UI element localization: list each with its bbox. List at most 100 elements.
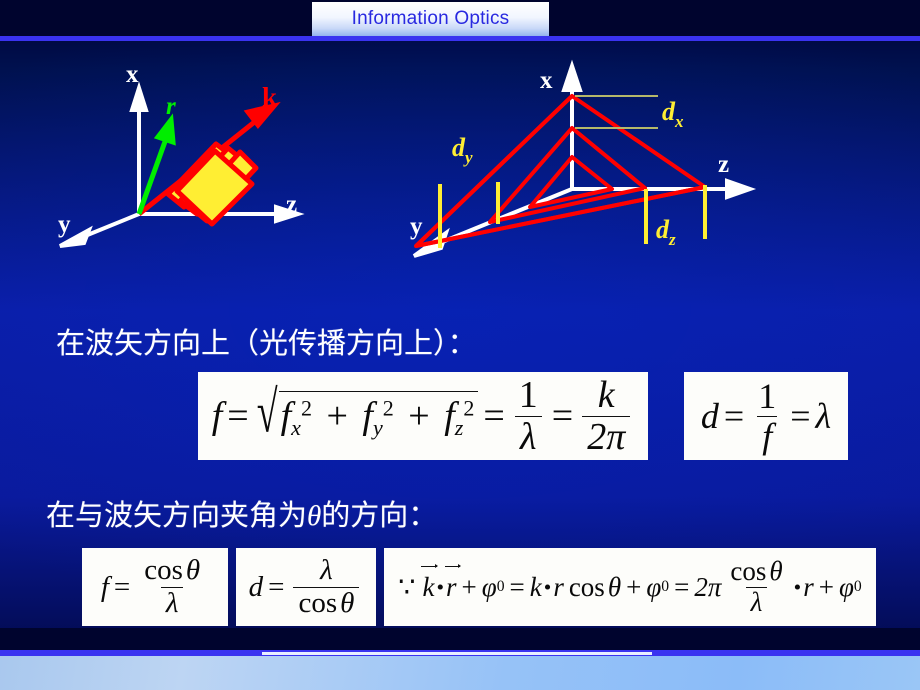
phi-3: φ (838, 571, 854, 602)
cos-text-1: cos (144, 553, 183, 586)
plus-5: + (818, 571, 834, 602)
dot-1: • (436, 574, 445, 599)
formula2-equals-1: = (723, 396, 745, 436)
frac5-denominator: cos θ (293, 586, 360, 619)
caption-line-2: 在与波矢方向夹角为θ的方向： (46, 492, 437, 534)
axis-label-x-left: x (126, 61, 139, 88)
phi-2: φ (646, 571, 662, 602)
frac1-denominator: λ (515, 415, 542, 457)
spatial-period-projection-diagram: x z y dx dy dz (400, 44, 790, 289)
axis-label-z-right: z (718, 151, 729, 178)
frac2-numerator: k (597, 373, 615, 416)
axis-label-x-right: x (540, 67, 553, 94)
formula3-lhs: f (100, 570, 109, 603)
frac6-denominator: λ (745, 586, 768, 617)
cos-text-2: cos (298, 586, 338, 619)
left-diagram-svg: x z y r k (58, 61, 305, 248)
two-pi: 2π (694, 571, 722, 602)
frac2-denominator: 2π (582, 415, 631, 457)
frac4-numerator: cos θ (139, 553, 205, 587)
formula2-rhs: λ (815, 396, 832, 436)
frac6-numerator: cos θ (725, 555, 787, 587)
formula-f-magnitude: f = √ fx2 + fy2 + fz2 = 1 λ = k 2π (198, 372, 648, 460)
cos-text-4: cos (730, 555, 767, 586)
wavefront-plane-wave-diagram: x z y r k (40, 44, 360, 289)
formula1-equals-1: = (227, 395, 249, 437)
plus-3: + (461, 571, 477, 602)
formula2-equals-2: = (790, 396, 811, 436)
term-fz: f (444, 394, 455, 437)
r-scalar: r (553, 571, 564, 602)
fraction-cos-over-lambda: cos θ λ (139, 553, 205, 619)
sup-2a: 2 (300, 395, 312, 421)
right-diagram-svg: x z y dx dy dz (410, 59, 757, 258)
formula-phase-relation: ∵ k • r + φ0 = k • r cos θ + φ0 = 2π cos… (384, 548, 876, 626)
axis-label-y-left: y (58, 211, 71, 238)
footer-dark-band (0, 628, 920, 650)
plus-2: + (408, 394, 430, 437)
header-accent-rule (0, 36, 920, 41)
theta-2: θ (340, 586, 355, 619)
fraction-k-over-2pi: k 2π (582, 373, 631, 457)
frac4-denominator: λ (160, 586, 184, 619)
sub-x: x (291, 415, 301, 441)
caption-line-1-text: 在波矢方向上（光传播方向上）： (56, 328, 477, 360)
formula1-equals-2: = (483, 395, 505, 437)
phi-3-sub: 0 (853, 578, 862, 595)
k-vector: k (421, 563, 439, 602)
theta-4: θ (769, 555, 783, 586)
theta-1: θ (185, 553, 201, 586)
radical-contents: fx2 + fy2 + fz2 (278, 390, 479, 441)
formula1-equals-3: = (551, 395, 574, 437)
formula1-radical: √ fx2 + fy2 + fz2 (257, 380, 479, 445)
dx-leader-lines (575, 95, 658, 129)
plus-1: + (326, 394, 348, 437)
caption-line-1: 在波矢方向上（光传播方向上）： (56, 320, 477, 362)
formula1-lhs: f (211, 395, 223, 437)
cos-text-3: cos (568, 571, 605, 602)
caption-line-2-before: 在与波矢方向夹角为 (46, 500, 308, 532)
dot-2: • (543, 574, 552, 599)
formula4-equals: = (268, 570, 285, 603)
phi-1: φ (481, 571, 497, 602)
formula-d-equals-lambda: d = 1 f = λ (684, 372, 848, 460)
equals-b: = (674, 571, 690, 602)
vector-label-r: r (166, 93, 176, 120)
vector-label-k: k (262, 82, 277, 112)
r-scalar-2: r (803, 571, 814, 602)
dot-3: • (793, 574, 802, 599)
slide-canvas: Information Optics x z y r k x z y dx dy… (0, 0, 920, 690)
fraction-lambda-over-cos: λ cos θ (293, 553, 360, 619)
k-scalar: k (529, 571, 542, 602)
dimension-label-dx: dx (662, 97, 684, 131)
r-vector: r (445, 563, 460, 602)
formula-f-cos-theta: f = cos θ λ (82, 548, 228, 626)
frac1-numerator: 1 (518, 373, 538, 416)
caption-line-2-theta: θ (307, 500, 322, 532)
sup-2c: 2 (463, 395, 475, 421)
axis-label-y-right: y (410, 213, 423, 240)
formula3-equals: = (113, 570, 131, 603)
because-symbol: ∵ (398, 571, 416, 602)
footer-white-accent (262, 652, 652, 655)
formula4-lhs: d (248, 570, 264, 603)
theta-3: θ (607, 571, 622, 602)
fraction-one-over-lambda: 1 λ (514, 373, 543, 457)
phi-2-sub: 0 (661, 578, 670, 595)
equals-a: = (509, 571, 525, 602)
footer-light-band (0, 656, 920, 690)
term-fy: f (362, 394, 373, 437)
frac3-numerator: 1 (758, 375, 777, 416)
axis-label-z-left: z (286, 191, 297, 218)
sub-y: y (372, 415, 383, 441)
axis-y-left (59, 212, 140, 248)
plus-4: + (626, 571, 642, 602)
page-title: Information Optics (351, 8, 510, 29)
term-fx: f (280, 394, 292, 437)
caption-line-2-after: 的方向： (321, 500, 438, 532)
frac5-numerator: λ (320, 553, 333, 586)
dimension-label-dy: dy (452, 133, 473, 167)
fraction-cos-over-lambda-2: cos θ λ (725, 555, 787, 617)
formula-d-cos-theta: d = λ cos θ (236, 548, 376, 626)
formula2-lhs: d (700, 396, 719, 436)
